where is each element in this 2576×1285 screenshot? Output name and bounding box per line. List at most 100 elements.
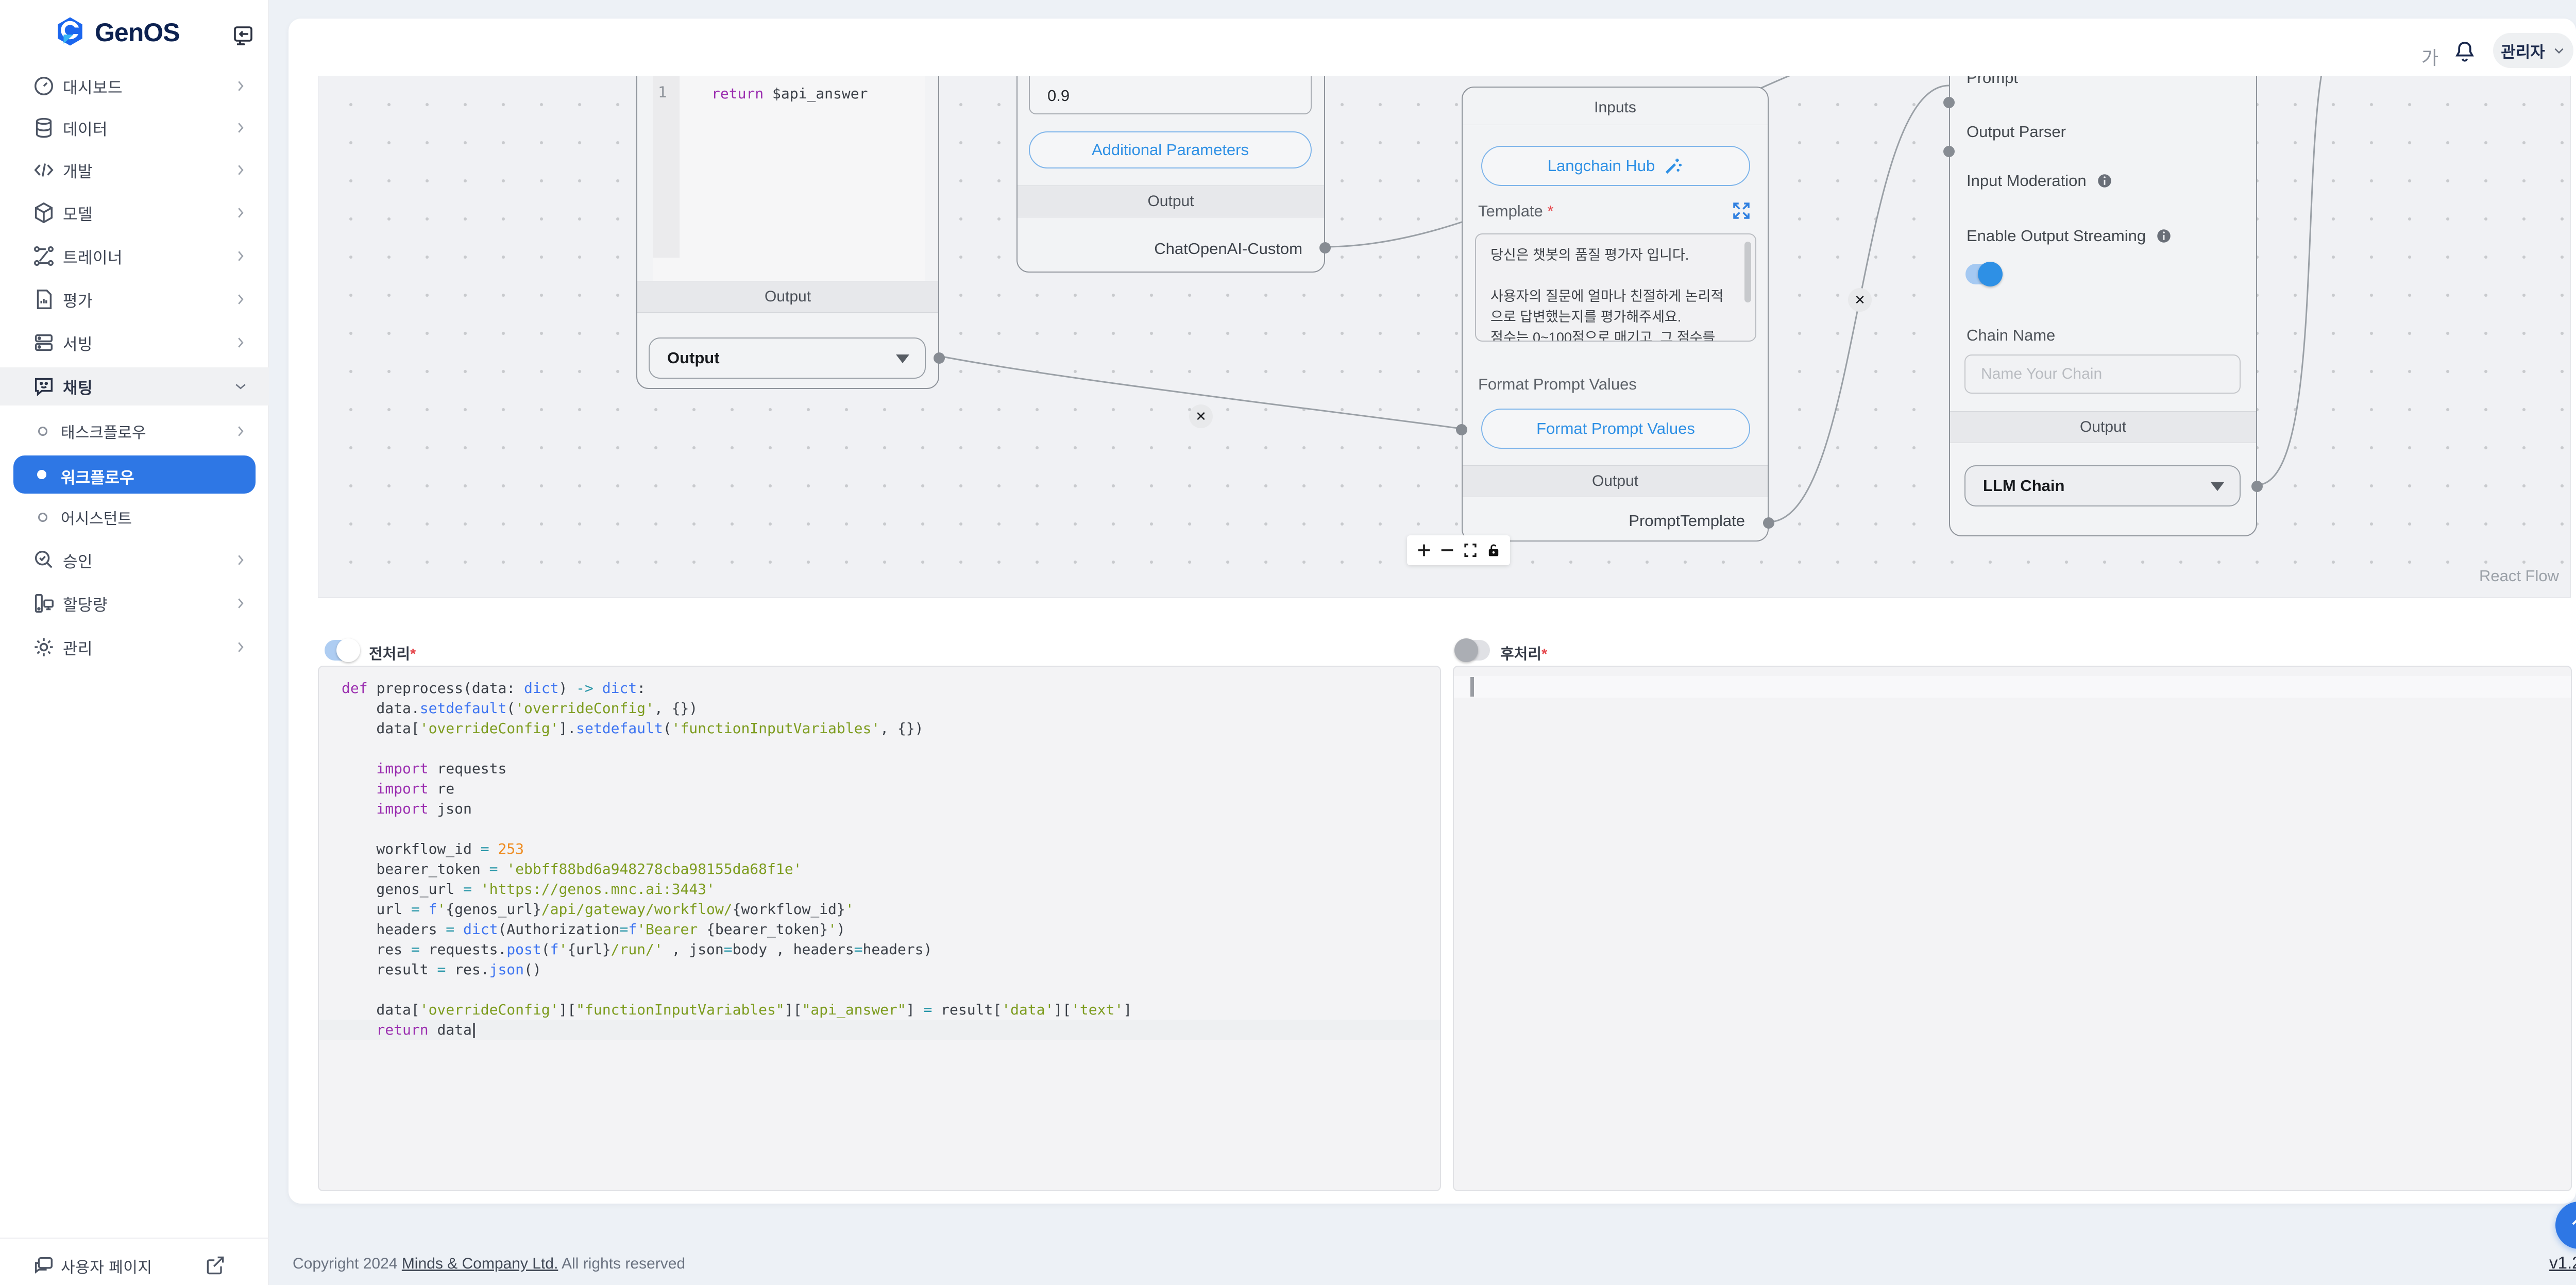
profile-menu[interactable]: 관리자 xyxy=(2493,33,2573,68)
sidebar-item-approval[interactable]: 승인 xyxy=(0,541,269,579)
postprocess-label: 후처리* xyxy=(1500,642,1547,664)
prompt-row-label: Prompt xyxy=(1967,76,2018,87)
node-chatopenai[interactable]: 0.9 Additional Parameters Output ChatOpe… xyxy=(1016,76,1325,273)
postprocess-code-editor[interactable] xyxy=(1453,666,2572,1191)
format-prompt-values-button[interactable]: Format Prompt Values xyxy=(1481,409,1750,449)
output-handle[interactable] xyxy=(934,352,945,364)
external-link-icon[interactable] xyxy=(204,1254,227,1277)
code-icon xyxy=(32,158,56,182)
chevron-down-icon xyxy=(2211,482,2224,491)
template-textarea[interactable]: 당신은 챗봇의 품질 평가자 입니다. 사용자의 질문에 얼마나 친절하게 논리… xyxy=(1475,233,1756,342)
dashboard-icon xyxy=(32,74,56,98)
output-section-header: Output xyxy=(1950,411,2256,443)
lock-icon[interactable] xyxy=(1485,542,1502,559)
code-editor-mini[interactable]: 1 return $api_answer xyxy=(653,76,925,281)
sidebar-item-model[interactable]: 모델 xyxy=(0,194,269,232)
chevron-right-icon xyxy=(233,335,248,350)
sidebar-item-evaluation[interactable]: 평가 xyxy=(0,280,269,318)
active-empty-line xyxy=(1454,676,2571,698)
node-prompttemplate[interactable]: Inputs Langchain Hub Template * 당신은 챗봇의 … xyxy=(1462,87,1769,542)
output-handle[interactable] xyxy=(1319,242,1331,253)
inputs-section-header: Inputs xyxy=(1463,95,1768,121)
sidebar-divider xyxy=(0,1238,269,1239)
input-moderation-row: Input Moderation xyxy=(1967,172,2113,190)
additional-parameters-button[interactable]: Additional Parameters xyxy=(1029,131,1312,168)
edge-delete-button[interactable]: ✕ xyxy=(1848,288,1872,312)
sidebar-item-workflow-active[interactable]: 워크플로우 xyxy=(13,455,256,494)
langchain-hub-button[interactable]: Langchain Hub xyxy=(1481,146,1750,186)
chevron-right-icon xyxy=(233,292,248,307)
chain-name-label: Chain Name xyxy=(1967,326,2055,345)
output-parser-row-label: Output Parser xyxy=(1967,123,2066,141)
chain-name-input[interactable]: Name Your Chain xyxy=(1964,354,2241,394)
preprocess-code-editor[interactable]: def preprocess(data: dict) -> dict: data… xyxy=(318,666,1441,1191)
input-handle[interactable] xyxy=(1943,97,1955,108)
edge-delete-button[interactable]: ✕ xyxy=(1189,404,1213,428)
notification-bell-icon[interactable] xyxy=(2451,38,2478,67)
line-number: 1 xyxy=(658,83,667,101)
sidebar-item-serving[interactable]: 서빙 xyxy=(0,324,269,362)
temperature-input[interactable]: 0.9 xyxy=(1029,76,1312,114)
chain-type-select[interactable]: LLM Chain xyxy=(1964,465,2241,506)
sidebar-item-admin[interactable]: 관리 xyxy=(0,628,269,666)
chevron-down-icon xyxy=(233,379,248,394)
reactflow-attribution: React Flow xyxy=(2479,567,2559,585)
toggle-knob xyxy=(336,638,360,662)
company-link[interactable]: Minds & Company Ltd. xyxy=(402,1255,558,1272)
postprocess-toggle-off[interactable] xyxy=(1456,640,1490,661)
sidebar-collapse-icon[interactable] xyxy=(231,23,256,47)
workflow-canvas[interactable]: ✕ ✕ 1 return $api_answer Output Output 0… xyxy=(318,76,2571,598)
chevron-right-icon xyxy=(233,552,248,568)
sidebar-item-develop[interactable]: 개발 xyxy=(0,151,269,189)
output-handle[interactable] xyxy=(2251,481,2263,492)
bullet-circle-icon xyxy=(38,513,47,522)
text-caret xyxy=(1470,677,1474,697)
genos-logo-icon xyxy=(55,15,86,47)
output-port-label: ChatOpenAI-Custom xyxy=(1154,240,1302,258)
preprocess-label: 전처리* xyxy=(369,642,416,664)
sidebar-item-assistant[interactable]: 어시스턴트 xyxy=(0,498,269,536)
chain-name-placeholder: Name Your Chain xyxy=(1981,365,2102,383)
preprocess-toggle-on[interactable] xyxy=(325,640,359,661)
format-prompt-values-label: Format Prompt Values xyxy=(1478,375,1637,394)
info-icon xyxy=(2155,227,2173,245)
font-size-button[interactable]: 가 xyxy=(2421,43,2438,70)
search-check-icon xyxy=(32,548,56,572)
database-icon xyxy=(32,116,56,140)
sidebar-user-page[interactable]: 사용자 페이지 xyxy=(0,1247,269,1285)
report-icon xyxy=(32,288,56,311)
output-section-header: Output xyxy=(1463,465,1768,497)
chevron-right-icon xyxy=(233,120,248,136)
enable-output-streaming-row: Enable Output Streaming xyxy=(1967,227,2173,245)
sidebar-item-trainer[interactable]: 트레이너 xyxy=(0,237,269,275)
sidebar: GenOS 대시보드 데이터 개발 모델 트레이너 평가 서빙 xyxy=(0,0,269,1285)
sidebar-item-quota[interactable]: 할당량 xyxy=(0,584,269,622)
expand-icon[interactable] xyxy=(1731,200,1752,222)
scroll-to-top-button[interactable] xyxy=(2555,1202,2576,1249)
logo-text: GenOS xyxy=(95,18,179,47)
chevron-right-icon xyxy=(233,596,248,611)
sidebar-item-taskflow[interactable]: 태스크플로우 xyxy=(0,412,269,450)
chevron-right-icon xyxy=(233,248,248,264)
node-code-line: return $api_answer xyxy=(689,83,868,104)
input-handle[interactable] xyxy=(1943,146,1955,157)
input-handle[interactable] xyxy=(1456,424,1467,435)
streaming-toggle-on[interactable] xyxy=(1965,264,1999,284)
chevron-right-icon xyxy=(233,639,248,655)
node-custom-function[interactable]: 1 return $api_answer Output Output xyxy=(636,76,939,389)
zoom-in-icon[interactable] xyxy=(1415,542,1433,559)
node-llm-chain[interactable]: Prompt Output Parser Input Moderation En… xyxy=(1949,76,2257,536)
template-text: 당신은 챗봇의 품질 평가자 입니다. 사용자의 질문에 얼마나 친절하게 논리… xyxy=(1490,245,1735,342)
version-link[interactable]: v1.2.2 xyxy=(2549,1253,2576,1273)
sidebar-item-data[interactable]: 데이터 xyxy=(0,109,269,147)
sidebar-item-dashboard[interactable]: 대시보드 xyxy=(0,67,269,105)
sidebar-item-chat[interactable]: 채팅 xyxy=(0,367,269,405)
output-select[interactable]: Output xyxy=(649,337,926,379)
toggle-knob xyxy=(1454,638,1478,662)
chat-bubbles-icon xyxy=(32,1254,56,1278)
fit-view-icon[interactable] xyxy=(1462,542,1479,559)
cube-icon xyxy=(32,201,56,225)
zoom-out-icon[interactable] xyxy=(1438,542,1456,559)
output-handle[interactable] xyxy=(1763,517,1774,529)
textarea-scrollbar[interactable] xyxy=(1744,242,1751,302)
